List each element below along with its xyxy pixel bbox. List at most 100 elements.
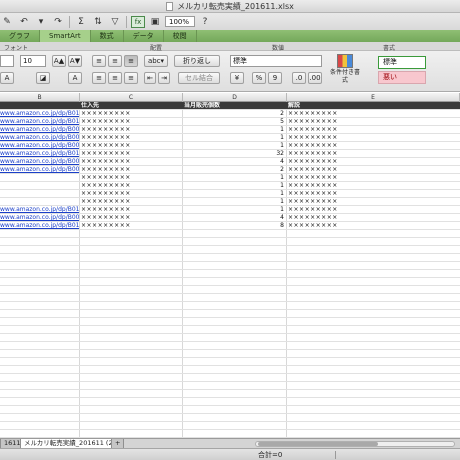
align-top-button[interactable]: ≡ — [92, 55, 106, 67]
cell-notes[interactable]: ××××××××× — [288, 222, 458, 230]
empty-row[interactable] — [0, 382, 460, 390]
zoom-select[interactable]: 100% — [165, 16, 195, 27]
decrease-font-button[interactable]: A▼ — [68, 55, 82, 67]
style-normal[interactable]: 標準 — [378, 56, 426, 69]
conditional-format-button[interactable]: 条件付き書式 — [330, 54, 360, 85]
cell-notes[interactable]: ××××××××× — [288, 214, 458, 222]
cell-sold[interactable]: 8 — [184, 222, 284, 230]
cell-sold[interactable]: 4 — [184, 214, 284, 222]
cell-notes[interactable]: ××××××××× — [288, 166, 458, 174]
cell-supplier[interactable]: ××××××××× — [81, 206, 181, 214]
cell-url[interactable] — [0, 182, 79, 190]
cell-supplier[interactable]: ××××××××× — [81, 190, 181, 198]
cell-supplier[interactable]: ××××××××× — [81, 166, 181, 174]
indent-increase-button[interactable]: ⇥ — [158, 72, 170, 84]
font-color-button[interactable]: A — [0, 72, 14, 84]
redo-icon[interactable]: ↷ — [51, 16, 65, 28]
fill-color-button[interactable]: ◪ — [36, 72, 50, 84]
wrap-text-button[interactable]: 折り返し — [174, 55, 220, 67]
empty-row[interactable] — [0, 326, 460, 334]
cell-sold[interactable]: 1 — [184, 142, 284, 150]
horizontal-scrollbar[interactable] — [255, 441, 455, 447]
cell-sold[interactable]: 1 — [184, 206, 284, 214]
tab-review[interactable]: 校閲 — [164, 30, 197, 42]
column-header-e[interactable]: E — [287, 93, 460, 102]
cell-sold[interactable]: 1 — [184, 190, 284, 198]
cell-supplier[interactable]: ××××××××× — [81, 158, 181, 166]
cell-notes[interactable]: ××××××××× — [288, 126, 458, 134]
cell-sold[interactable]: 5 — [184, 118, 284, 126]
empty-row[interactable] — [0, 310, 460, 318]
empty-row[interactable] — [0, 390, 460, 398]
cell-sold[interactable]: 2 — [184, 166, 284, 174]
font-name-select[interactable] — [0, 55, 14, 67]
formula-builder-button[interactable]: fx — [131, 15, 145, 28]
empty-row[interactable] — [0, 286, 460, 294]
empty-row[interactable] — [0, 302, 460, 310]
cell-sold[interactable]: 1 — [184, 126, 284, 134]
empty-row[interactable] — [0, 398, 460, 406]
cell-notes[interactable]: ××××××××× — [288, 182, 458, 190]
empty-row[interactable] — [0, 278, 460, 286]
empty-row[interactable] — [0, 350, 460, 358]
filter-icon[interactable]: ▽ — [108, 16, 122, 28]
cell-supplier[interactable]: ××××××××× — [81, 182, 181, 190]
empty-row[interactable] — [0, 238, 460, 246]
spreadsheet-grid[interactable]: 仕入先 当月販売個数 解説 www.amazon.co.jp/dp/B01MCU… — [0, 102, 460, 438]
column-header-c[interactable]: C — [80, 93, 183, 102]
empty-row[interactable] — [0, 366, 460, 374]
empty-row[interactable] — [0, 262, 460, 270]
cell-sold[interactable]: 32 — [184, 150, 284, 158]
column-header-b[interactable]: B — [0, 93, 80, 102]
text-color-button[interactable]: A — [68, 72, 82, 84]
cell-supplier[interactable]: ××××××××× — [81, 150, 181, 158]
cell-supplier[interactable]: ××××××××× — [81, 126, 181, 134]
comma-style-button[interactable]: 9 — [268, 72, 282, 84]
empty-row[interactable] — [0, 406, 460, 414]
align-left-button[interactable]: ≡ — [92, 72, 106, 84]
cell-supplier[interactable]: ××××××××× — [81, 198, 181, 206]
cell-url[interactable] — [0, 190, 79, 198]
empty-row[interactable] — [0, 430, 460, 438]
orientation-button[interactable]: abc▾ — [144, 55, 168, 67]
cell-supplier[interactable]: ××××××××× — [81, 222, 181, 230]
increase-font-button[interactable]: A▲ — [52, 55, 66, 67]
empty-row[interactable] — [0, 414, 460, 422]
toolbox-icon[interactable]: ▣ — [148, 16, 162, 28]
scrollbar-thumb[interactable] — [258, 442, 378, 446]
empty-row[interactable] — [0, 254, 460, 262]
cell-url[interactable]: www.amazon.co.jp/dp/B01MCUI — [0, 110, 79, 118]
cell-sold[interactable]: 4 — [184, 158, 284, 166]
empty-row[interactable] — [0, 374, 460, 382]
cell-notes[interactable]: ××××××××× — [288, 158, 458, 166]
header-sold[interactable]: 当月販売個数 — [184, 102, 284, 110]
sort-icon[interactable]: ⇅ — [91, 16, 105, 28]
cell-url[interactable] — [0, 198, 79, 206]
chevron-down-icon[interactable]: ▾ — [34, 16, 48, 28]
cell-sold[interactable]: 1 — [184, 174, 284, 182]
cell-notes[interactable]: ××××××××× — [288, 190, 458, 198]
tab-smartart[interactable]: SmartArt — [40, 30, 91, 42]
cell-supplier[interactable]: ××××××××× — [81, 110, 181, 118]
help-icon[interactable]: ? — [198, 16, 212, 28]
cell-url[interactable]: www.amazon.co.jp/dp/B00A999 — [0, 166, 79, 174]
cell-sold[interactable]: 1 — [184, 182, 284, 190]
empty-row[interactable] — [0, 358, 460, 366]
cell-sold[interactable]: 1 — [184, 134, 284, 142]
undo-icon[interactable]: ↶ — [17, 16, 31, 28]
header-notes[interactable]: 解説 — [288, 102, 458, 110]
empty-row[interactable] — [0, 342, 460, 350]
cell-notes[interactable]: ××××××××× — [288, 118, 458, 126]
font-size-select[interactable]: 10 — [20, 55, 46, 67]
tab-chart[interactable]: グラフ — [0, 30, 40, 42]
autosum-icon[interactable]: Σ — [74, 16, 88, 28]
align-middle-button[interactable]: ≡ — [108, 55, 122, 67]
align-bottom-button[interactable]: ≡ — [124, 55, 138, 67]
cell-notes[interactable]: ××××××××× — [288, 206, 458, 214]
empty-row[interactable] — [0, 230, 460, 238]
cell-url[interactable]: www.amazon.co.jp/dp/B004VC7 — [0, 142, 79, 150]
cell-url[interactable]: www.amazon.co.jp/dp/B0107PC — [0, 118, 79, 126]
cell-supplier[interactable]: ××××××××× — [81, 134, 181, 142]
cell-sold[interactable]: 1 — [184, 198, 284, 206]
cell-url[interactable]: www.amazon.co.jp/dp/B001LGV — [0, 214, 79, 222]
